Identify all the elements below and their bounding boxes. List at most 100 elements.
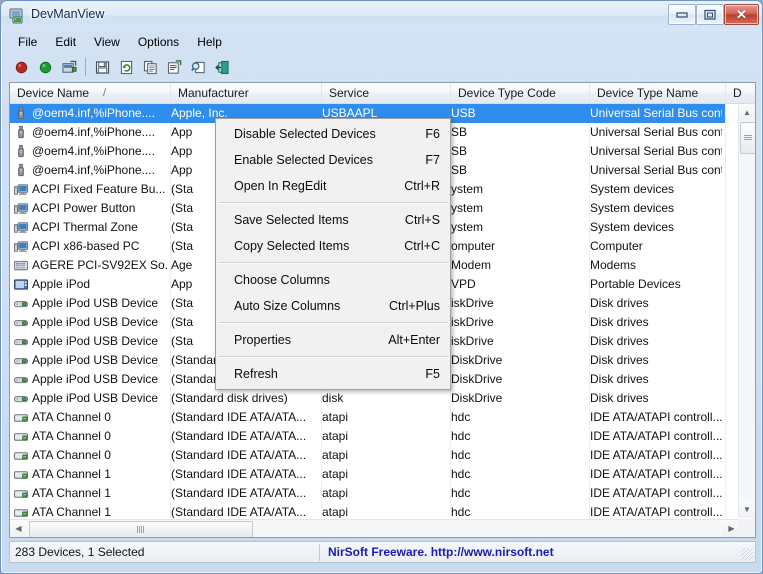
cell-device-type-name: IDE ATA/ATAPI controll... (590, 410, 722, 424)
menu-help[interactable]: Help (188, 32, 231, 52)
cell-device-type-code: ystem (451, 220, 484, 234)
save-selected-button[interactable] (90, 55, 114, 79)
status-bar: 283 Devices, 1 Selected NirSoft Freeware… (9, 541, 756, 563)
cell-device-type-code: hdc (451, 448, 471, 462)
table-row[interactable]: ATA Channel 0 (Standard IDE ATA/ATA... ata… (10, 408, 725, 427)
cell-device-type-code: omputer (451, 239, 496, 253)
cell-device-type-name: Universal Serial Bus cont... (590, 144, 722, 158)
vertical-scroll-thumb[interactable] (740, 122, 755, 154)
modem-icon (13, 258, 29, 273)
context-menu-item-label: Choose Columns (234, 273, 330, 287)
column-header-device-type-code[interactable]: Device Type Code (451, 83, 590, 103)
menu-file[interactable]: File (9, 32, 46, 52)
context-menu-item-shortcut: Ctrl+R (404, 179, 440, 193)
enable-devices-button[interactable] (33, 55, 57, 79)
table-row[interactable]: ATA Channel 1 (Standard IDE ATA/ATA... ata… (10, 503, 725, 518)
status-nirsoft-link[interactable]: NirSoft Freeware. http://www.nirsoft.net (323, 544, 743, 561)
cell-device-type-name: Disk drives (590, 315, 649, 329)
menu-options[interactable]: Options (129, 32, 188, 52)
context-menu[interactable]: Disable Selected Devices F6 Enable Selecte… (215, 118, 451, 390)
column-header-device-type-name[interactable]: Device Type Name (590, 83, 726, 103)
cell-service: atapi (322, 429, 349, 443)
copy-pages-icon (143, 60, 157, 74)
cell-device-name: @oem4.inf,%iPhone.... (32, 125, 155, 139)
cell-device-type-name: Disk drives (590, 391, 649, 405)
refresh-button[interactable] (114, 55, 138, 79)
cell-device-type-name: IDE ATA/ATAPI controll... (590, 429, 722, 443)
find-button[interactable] (186, 55, 210, 79)
maximize-icon (704, 9, 716, 20)
refresh-page-icon (120, 60, 132, 74)
cell-device-type-name: System devices (590, 182, 675, 196)
column-header-service[interactable]: Service (322, 83, 451, 103)
table-row[interactable]: ATA Channel 0 (Standard IDE ATA/ATA... ata… (10, 446, 725, 465)
properties-icon (167, 59, 181, 74)
horizontal-scroll-thumb[interactable] (29, 521, 253, 537)
cell-device-type-name: IDE ATA/ATAPI controll... (590, 448, 722, 462)
horizontal-scrollbar[interactable]: ◀ ▶ (10, 519, 740, 537)
column-header-manufacturer[interactable]: Manufacturer (171, 83, 322, 103)
scroll-down-icon: ▼ (743, 505, 751, 514)
cell-device-type-code: SB (451, 163, 468, 177)
cell-service: disk (322, 391, 344, 405)
cell-device-name: ACPI Power Button (32, 201, 136, 215)
resize-grip[interactable] (741, 548, 753, 560)
minimize-icon (676, 12, 688, 18)
exit-door-icon (214, 60, 229, 74)
usb-device-icon (13, 163, 29, 178)
column-header-device-name[interactable]: Device Name / (10, 83, 171, 103)
table-row[interactable]: ATA Channel 1 (Standard IDE ATA/ATA... ata… (10, 484, 725, 503)
ide-channel-icon (13, 486, 29, 501)
exit-button[interactable] (210, 55, 234, 79)
usb-device-icon (13, 125, 29, 140)
context-menu-item[interactable]: Auto Size Columns Ctrl+Plus (216, 293, 450, 319)
usb-device-icon (13, 106, 29, 121)
context-menu-item-shortcut: F6 (425, 127, 440, 141)
context-menu-item[interactable]: Refresh F5 (216, 361, 450, 387)
cell-device-type-name: Computer (590, 239, 643, 253)
maximize-button[interactable] (696, 4, 724, 25)
context-menu-item-shortcut: Ctrl+Plus (388, 299, 440, 313)
cell-device-name: ATA Channel 0 (32, 429, 111, 443)
scroll-up-button[interactable]: ▲ (739, 104, 755, 121)
context-menu-item[interactable]: Choose Columns (216, 267, 450, 293)
context-menu-item[interactable]: Open In RegEdit Ctrl+R (216, 173, 450, 199)
open-regedit-button[interactable] (57, 55, 81, 79)
scroll-left-button[interactable]: ◀ (10, 520, 27, 537)
column-header-extra[interactable]: D (726, 83, 755, 103)
menu-edit[interactable]: Edit (46, 32, 85, 52)
context-menu-item[interactable]: Copy Selected Items Ctrl+C (216, 233, 450, 259)
cell-device-type-name: Portable Devices (590, 277, 681, 291)
column-divider-5 (725, 104, 726, 518)
context-menu-item-label: Enable Selected Devices (234, 153, 373, 167)
table-row[interactable]: Apple iPod USB Device (Standard disk driv… (10, 389, 725, 408)
minimize-button[interactable] (668, 4, 696, 25)
menu-view[interactable]: View (85, 32, 129, 52)
disable-devices-button[interactable] (9, 55, 33, 79)
properties-button[interactable] (162, 55, 186, 79)
cell-device-type-code: ystem (451, 182, 484, 196)
context-menu-item[interactable]: Enable Selected Devices F7 (216, 147, 450, 173)
context-menu-item-shortcut: Ctrl+S (404, 213, 440, 227)
cell-device-name: Apple iPod USB Device (32, 391, 159, 405)
table-row[interactable]: ATA Channel 1 (Standard IDE ATA/ATA... ata… (10, 465, 725, 484)
copy-selected-button[interactable] (138, 55, 162, 79)
cell-service: atapi (322, 467, 349, 481)
vertical-scrollbar[interactable]: ▲ ▼ (738, 104, 755, 518)
devmanview-icon (9, 8, 23, 24)
ide-channel-icon (13, 429, 29, 444)
context-menu-item[interactable]: Disable Selected Devices F6 (216, 121, 450, 147)
disk-drive-icon (13, 334, 29, 349)
disk-drive-icon (13, 353, 29, 368)
cell-device-name: Apple iPod USB Device (32, 334, 159, 348)
cell-device-type-code: DiskDrive (451, 372, 503, 386)
scroll-down-button[interactable]: ▼ (739, 501, 755, 518)
cell-device-name: ATA Channel 0 (32, 448, 111, 462)
disk-drive-icon (13, 315, 29, 330)
close-button[interactable]: ✕ (724, 4, 759, 25)
context-menu-item[interactable]: Save Selected Items Ctrl+S (216, 207, 450, 233)
table-row[interactable]: ATA Channel 0 (Standard IDE ATA/ATA... ata… (10, 427, 725, 446)
cell-device-name: Apple iPod USB Device (32, 296, 159, 310)
usb-device-icon (13, 144, 29, 159)
context-menu-item[interactable]: Properties Alt+Enter (216, 327, 450, 353)
